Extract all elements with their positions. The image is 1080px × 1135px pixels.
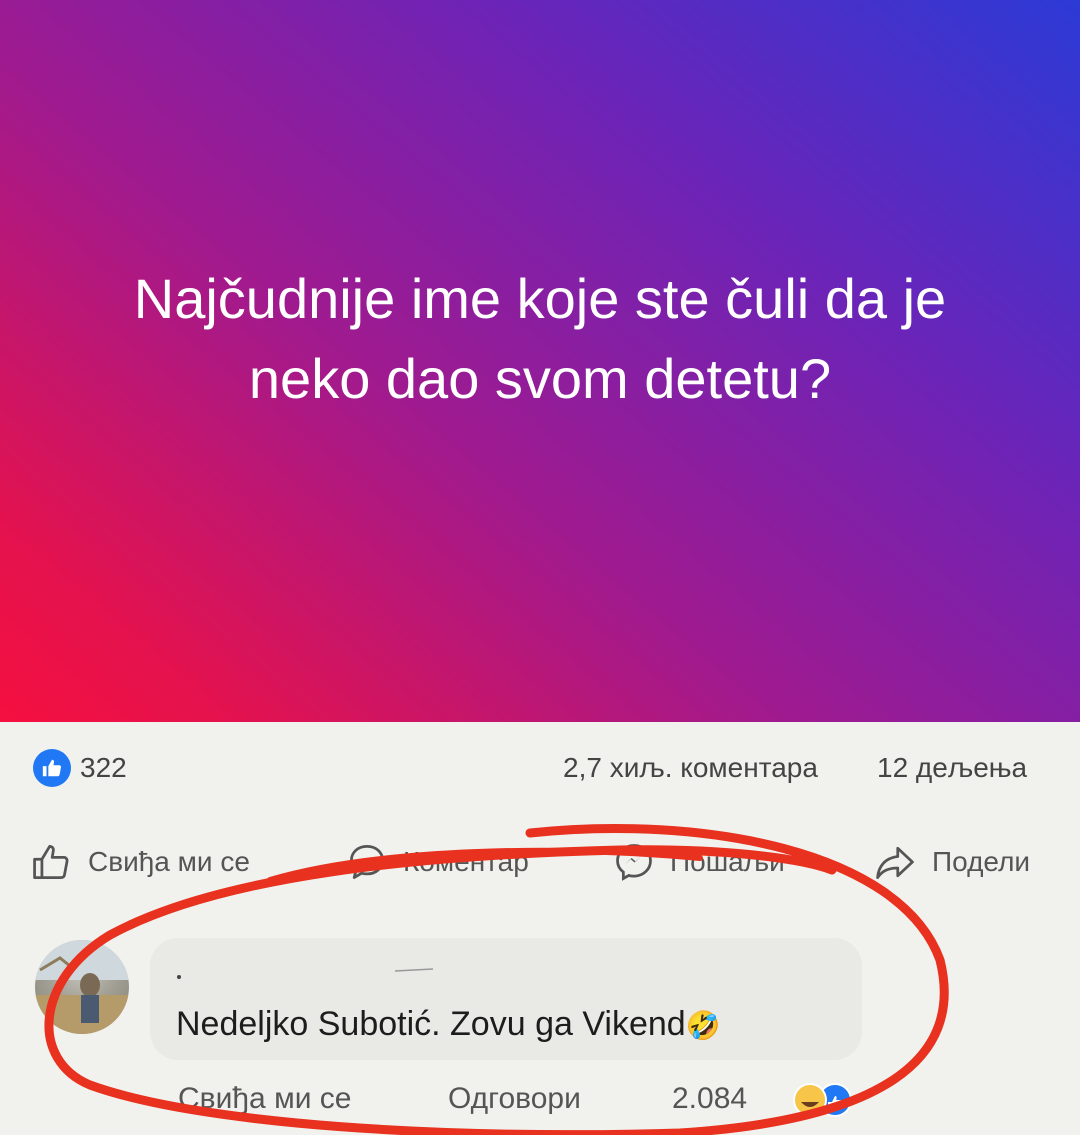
share-button[interactable]: Подели	[872, 840, 1030, 884]
like-button-label: Свиђа ми се	[88, 846, 250, 877]
comment-body: Nedeljko Subotić. Zovu ga Vikend	[176, 1005, 686, 1043]
commenter-avatar[interactable]	[35, 940, 129, 1034]
post-image-banner: Najčudnije ime koje ste čuli da je neko …	[0, 0, 1080, 722]
comment-text: Nedeljko Subotić. Zovu ga Vikend🤣	[176, 1005, 721, 1044]
comment-reaction-count[interactable]: 2.084	[672, 1082, 747, 1116]
like-reaction-icon[interactable]	[33, 749, 71, 787]
like-button[interactable]: Свиђа ми се	[30, 840, 250, 884]
comment-bubble-icon	[350, 845, 384, 879]
messenger-icon	[616, 844, 652, 881]
laughing-emoji-icon: 🤣	[685, 1010, 721, 1041]
send-button-label: Пошаљи	[670, 846, 785, 877]
comments-count[interactable]: 2,7 хиљ. коментара	[563, 752, 818, 784]
shares-count[interactable]: 12 дељења	[877, 752, 1027, 784]
likes-count[interactable]: 322	[80, 752, 127, 784]
thumbs-up-icon	[33, 845, 69, 879]
comment-reply-button[interactable]: Одговори	[448, 1082, 581, 1116]
send-button[interactable]: Пошаљи	[612, 840, 785, 884]
comment-like-button[interactable]: Свиђа ми се	[178, 1082, 351, 1116]
share-arrow-icon	[876, 846, 914, 879]
post-question: Najčudnije ime koje ste čuli da je neko …	[133, 266, 947, 410]
comment-button[interactable]: Коментар	[345, 840, 529, 884]
comment-reaction-icons[interactable]	[785, 1082, 855, 1118]
redacted-author-name	[177, 968, 434, 979]
share-button-label: Подели	[932, 846, 1031, 877]
comment-button-label: Коментар	[403, 846, 529, 877]
